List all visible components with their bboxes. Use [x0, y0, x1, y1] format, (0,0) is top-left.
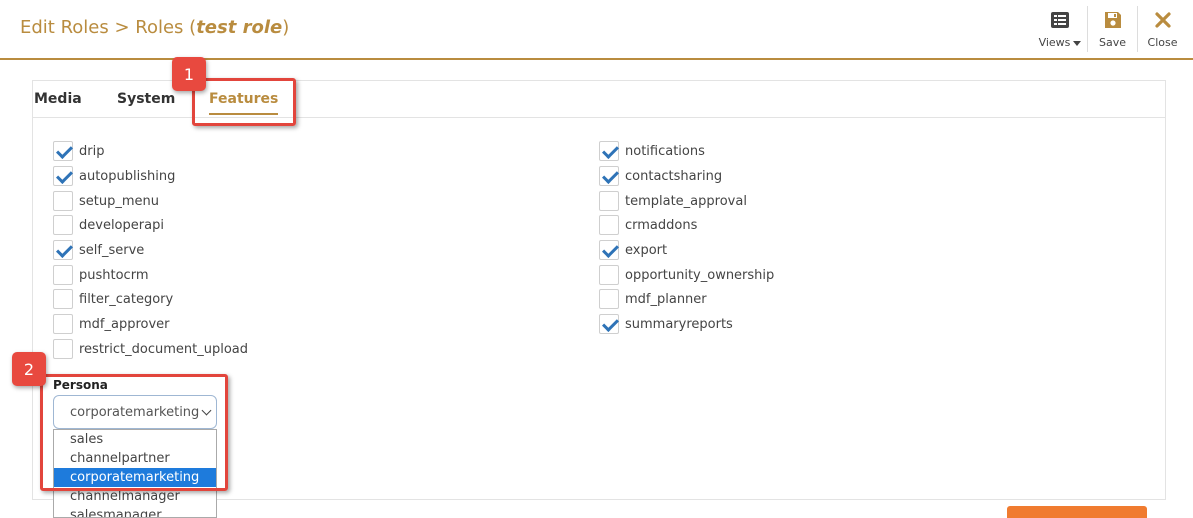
- title-prefix: Edit Roles > Roles (: [20, 17, 197, 38]
- feature-developerapi[interactable]: developerapi: [53, 215, 164, 235]
- feature-drip[interactable]: drip: [53, 141, 104, 161]
- feature-label: self_serve: [79, 242, 145, 258]
- save-button[interactable]: Save: [1087, 6, 1137, 52]
- feature-checkbox[interactable]: [53, 314, 73, 334]
- feature-checkbox[interactable]: [53, 289, 73, 309]
- persona-option-salesmanager[interactable]: salesmanager: [54, 506, 216, 517]
- views-text: Views: [1038, 36, 1071, 49]
- feature-label: contactsharing: [625, 168, 723, 184]
- step-badge-1: 1: [172, 57, 206, 91]
- feature-mdf-planner[interactable]: mdf_planner: [599, 289, 707, 309]
- feature-template-approval[interactable]: template_approval: [599, 191, 747, 211]
- feature-checkbox[interactable]: [599, 215, 619, 235]
- orange-action-button[interactable]: [1007, 506, 1147, 518]
- views-label: Views: [1039, 36, 1082, 49]
- feature-checkbox[interactable]: [53, 141, 73, 161]
- feature-checkbox[interactable]: [599, 166, 619, 186]
- step-badge-2: 2: [12, 352, 46, 386]
- feature-crmaddons[interactable]: crmaddons: [599, 215, 697, 235]
- feature-label: mdf_planner: [625, 291, 707, 307]
- role-name: test role: [196, 17, 283, 38]
- feature-opportunity-ownership[interactable]: opportunity_ownership: [599, 265, 774, 285]
- tab-media[interactable]: Media: [34, 91, 82, 107]
- feature-label: notifications: [625, 143, 705, 159]
- close-icon: [1154, 12, 1171, 28]
- feature-checkbox[interactable]: [599, 289, 619, 309]
- highlight-persona: [40, 374, 228, 491]
- feature-checkbox[interactable]: [599, 265, 619, 285]
- feature-label: template_approval: [625, 193, 747, 209]
- highlight-features-tab: [192, 78, 296, 126]
- feature-checkbox[interactable]: [53, 339, 73, 359]
- feature-checkbox[interactable]: [599, 240, 619, 260]
- feature-checkbox[interactable]: [53, 166, 73, 186]
- feature-checkbox[interactable]: [53, 265, 73, 285]
- feature-checkbox[interactable]: [599, 314, 619, 334]
- feature-label: setup_menu: [79, 193, 159, 209]
- list-icon: [1051, 12, 1069, 28]
- feature-checkbox[interactable]: [53, 240, 73, 260]
- feature-checkbox[interactable]: [599, 191, 619, 211]
- feature-label: drip: [79, 143, 105, 159]
- feature-restrict-document-upload[interactable]: restrict_document_upload: [53, 339, 248, 359]
- toolbar: Views Save Close: [1033, 6, 1187, 52]
- feature-summaryreports[interactable]: summaryreports: [599, 314, 733, 334]
- close-button[interactable]: Close: [1137, 6, 1187, 52]
- feature-label: summaryreports: [625, 316, 733, 332]
- feature-checkbox[interactable]: [53, 191, 73, 211]
- feature-label: developerapi: [79, 217, 164, 233]
- feature-label: filter_category: [79, 291, 174, 307]
- page-title: Edit Roles > Roles (test role): [20, 17, 289, 38]
- feature-checkbox[interactable]: [599, 141, 619, 161]
- title-suffix: ): [282, 17, 290, 38]
- feature-label: export: [625, 242, 668, 258]
- page-header: Edit Roles > Roles (test role) Views Sav…: [0, 0, 1193, 60]
- feature-checkbox[interactable]: [53, 215, 73, 235]
- close-label: Close: [1147, 36, 1178, 49]
- feature-autopublishing[interactable]: autopublishing: [53, 166, 175, 186]
- feature-notifications[interactable]: notifications: [599, 141, 705, 161]
- feature-self-serve[interactable]: self_serve: [53, 240, 144, 260]
- feature-label: crmaddons: [625, 217, 698, 233]
- feature-label: autopublishing: [79, 168, 176, 184]
- tab-system[interactable]: System: [117, 91, 175, 107]
- feature-label: opportunity_ownership: [625, 267, 775, 283]
- feature-pushtocrm[interactable]: pushtocrm: [53, 265, 148, 285]
- save-label: Save: [1098, 36, 1126, 49]
- caret-down-icon: [1073, 40, 1082, 46]
- feature-contactsharing[interactable]: contactsharing: [599, 166, 722, 186]
- feature-label: mdf_approver: [79, 316, 170, 332]
- feature-export[interactable]: export: [599, 240, 667, 260]
- feature-mdf-approver[interactable]: mdf_approver: [53, 314, 170, 334]
- feature-setup-menu[interactable]: setup_menu: [53, 191, 159, 211]
- views-button[interactable]: Views: [1033, 6, 1087, 52]
- save-icon: [1104, 12, 1121, 28]
- feature-filter-category[interactable]: filter_category: [53, 289, 173, 309]
- feature-label: restrict_document_upload: [79, 341, 248, 357]
- feature-label: pushtocrm: [79, 267, 149, 283]
